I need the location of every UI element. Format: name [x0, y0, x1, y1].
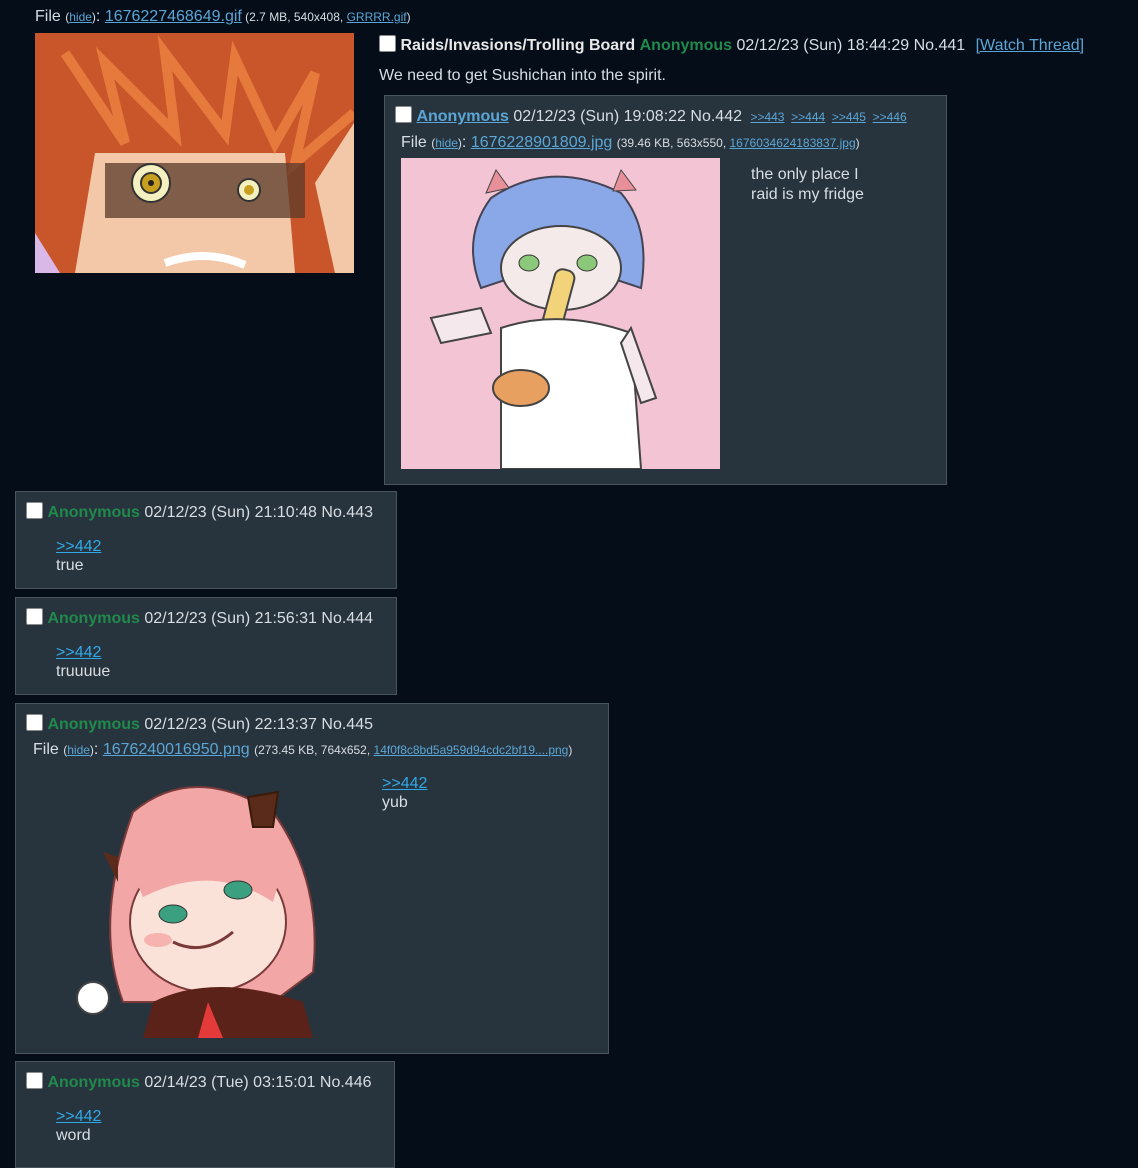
poster-name: Anonymous	[47, 1074, 140, 1091]
reply-image[interactable]	[73, 772, 333, 1038]
poster-name: Anonymous	[47, 610, 140, 627]
reply-header: Anonymous 02/12/23 (Sun) 21:56:31 No.444	[26, 608, 373, 628]
file-meta: (39.46 KB, 563x550, 1676034624183837.jpg…	[616, 136, 860, 150]
reply-image[interactable]	[401, 158, 720, 469]
quote-link[interactable]: >>442	[56, 1108, 101, 1126]
post-number[interactable]: No.441	[914, 37, 966, 54]
file-label: File	[401, 134, 427, 151]
reply-comment: the only place I raid is my fridge	[751, 166, 864, 203]
op-filename-link[interactable]: 1676227468649.gif	[105, 8, 242, 25]
reply-filename-link[interactable]: 1676228901809.jpg	[471, 134, 612, 151]
reply-file-info: File (hide): 1676228901809.jpg (39.46 KB…	[401, 134, 860, 151]
file-label: File	[33, 741, 59, 758]
op-header: Raids/Invasions/Trolling Board Anonymous…	[379, 35, 1084, 55]
thread-subject: Raids/Invasions/Trolling Board	[400, 37, 636, 54]
quote-link[interactable]: >>442	[56, 538, 101, 556]
backlink-445[interactable]: >>445	[832, 110, 866, 124]
poster-name: Anonymous	[47, 504, 140, 521]
reply-file-info: File (hide): 1676240016950.png (273.45 K…	[33, 741, 573, 758]
select-post-checkbox[interactable]	[26, 714, 43, 731]
original-filename-link[interactable]: 14f0f8c8bd5a959d94cdc2bf19....png	[374, 743, 569, 757]
reply-post-442: Anonymous 02/12/23 (Sun) 19:08:22 No.442…	[384, 95, 947, 485]
post-number[interactable]: No.445	[321, 716, 373, 733]
backlink-444[interactable]: >>444	[791, 110, 825, 124]
select-post-checkbox[interactable]	[26, 502, 43, 519]
select-post-checkbox[interactable]	[395, 106, 412, 123]
quote-link[interactable]: >>442	[56, 644, 101, 662]
reply-post-443: Anonymous 02/12/23 (Sun) 21:10:48 No.443…	[15, 491, 397, 589]
reply-post-446: Anonymous 02/14/23 (Tue) 03:15:01 No.446…	[15, 1061, 395, 1168]
file-meta: (2.7 MB, 540x408, GRRRR.gif)	[241, 10, 411, 24]
post-datetime: 02/12/23 (Sun) 18:44:29	[736, 37, 910, 54]
backlink-446[interactable]: >>446	[873, 110, 907, 124]
reply-header: Anonymous 02/12/23 (Sun) 22:13:37 No.445	[26, 714, 373, 734]
post-datetime: 02/14/23 (Tue) 03:15:01	[144, 1074, 316, 1091]
reply-comment: word	[56, 1127, 91, 1144]
reply-comment: true	[56, 557, 84, 574]
backlink-443[interactable]: >>443	[750, 110, 784, 124]
original-filename-link[interactable]: 1676034624183837.jpg	[730, 136, 856, 150]
post-number[interactable]: No.446	[320, 1074, 372, 1091]
poster-name-link[interactable]: Anonymous	[416, 108, 508, 125]
reply-header: Anonymous 02/14/23 (Tue) 03:15:01 No.446	[26, 1072, 372, 1092]
post-datetime: 02/12/23 (Sun) 19:08:22	[513, 108, 686, 125]
reply-post-445: Anonymous 02/12/23 (Sun) 22:13:37 No.445…	[15, 703, 609, 1054]
post-number[interactable]: No.444	[321, 610, 373, 627]
post-datetime: 02/12/23 (Sun) 21:56:31	[144, 610, 317, 627]
op-file-info: File (hide): 1676227468649.gif (2.7 MB, …	[35, 8, 411, 25]
reply-comment: truuuue	[56, 663, 111, 680]
hide-file-link[interactable]: hide	[69, 10, 92, 24]
quote-link[interactable]: >>442	[382, 775, 427, 793]
post-number[interactable]: No.442	[690, 108, 742, 125]
poster-name: Anonymous	[47, 716, 140, 733]
select-post-checkbox[interactable]	[379, 35, 396, 52]
reply-header: Anonymous 02/12/23 (Sun) 21:10:48 No.443	[26, 502, 373, 522]
op-comment: We need to get Sushichan into the spirit…	[379, 67, 666, 84]
op-image[interactable]	[35, 33, 354, 273]
poster-name: Anonymous	[639, 37, 733, 54]
select-post-checkbox[interactable]	[26, 1072, 43, 1089]
post-datetime: 02/12/23 (Sun) 21:10:48	[144, 504, 317, 521]
file-meta: (273.45 KB, 764x652, 14f0f8c8bd5a959d94c…	[254, 743, 573, 757]
reply-comment: yub	[382, 794, 408, 811]
hide-file-link[interactable]: hide	[435, 136, 458, 150]
reply-header: Anonymous 02/12/23 (Sun) 19:08:22 No.442…	[395, 106, 907, 126]
post-number[interactable]: No.443	[321, 504, 373, 521]
original-filename-link[interactable]: GRRRR.gif	[347, 10, 407, 24]
reply-filename-link[interactable]: 1676240016950.png	[103, 741, 250, 758]
watch-thread-link[interactable]: [Watch Thread]	[976, 37, 1085, 54]
post-datetime: 02/12/23 (Sun) 22:13:37	[144, 716, 317, 733]
select-post-checkbox[interactable]	[26, 608, 43, 625]
hide-file-link[interactable]: hide	[67, 743, 90, 757]
file-label: File	[35, 8, 61, 25]
reply-post-444: Anonymous 02/12/23 (Sun) 21:56:31 No.444…	[15, 597, 397, 695]
